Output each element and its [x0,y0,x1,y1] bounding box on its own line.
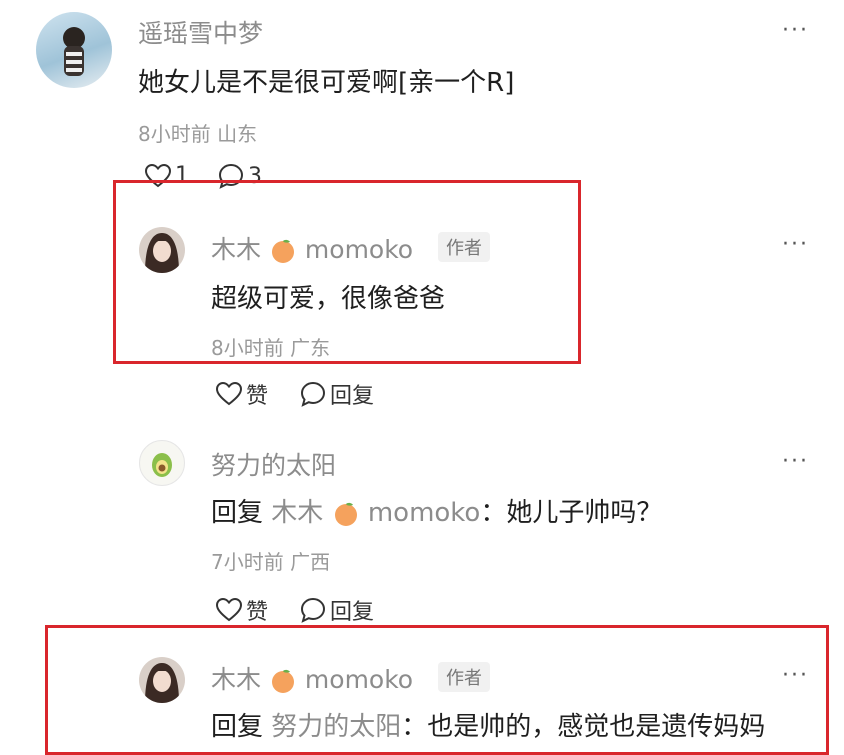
comment-text: 回复 努力的太阳：也是帅的，感觉也是遗传妈妈 [211,706,765,743]
heart-icon [216,598,242,622]
comment-username[interactable]: 木木 momoko [211,660,413,696]
reply-target-name[interactable]: 努力的太阳 [271,712,401,742]
profile-photo-icon [63,27,85,76]
comment-time: 7小时前 [211,550,284,574]
username-text: 木木 [211,235,262,264]
username-suffix: momoko [304,665,414,694]
comment-location: 广东 [290,336,331,360]
comment-username[interactable]: 木木 momoko [211,230,413,266]
peach-emoji-icon [334,502,357,526]
comment-meta: 7小时前 广西 [211,546,330,575]
author-badge: 作者 [438,232,490,262]
avatar[interactable] [139,657,185,703]
comment-text: 超级可爱，很像爸爸 [211,284,446,314]
author-badge: 作者 [438,662,490,692]
username-text: 木木 [211,665,262,694]
comment-username[interactable]: 努力的太阳 [211,446,336,482]
avatar[interactable] [36,12,112,88]
like-button[interactable]: 赞 [216,594,268,626]
like-label: 赞 [246,384,269,409]
comment-username[interactable]: 遥瑶雪中梦 [138,14,263,50]
reply-body: ：也是帅的，感觉也是遗传妈妈 [401,712,766,742]
more-options-icon[interactable]: ··· [782,449,809,474]
reply-target-name[interactable]: 木木 [271,498,323,528]
comment-time: 8小时前 [211,336,284,360]
like-label: 赞 [246,600,269,625]
avatar[interactable] [139,440,185,486]
more-options-icon[interactable]: ··· [782,232,809,257]
reply-label: 回复 [330,600,375,625]
comment-location: 广西 [290,550,331,574]
like-button[interactable]: 赞 [216,378,268,410]
more-options-icon[interactable]: ··· [782,18,809,43]
heart-icon [216,382,242,406]
comment-bubble-icon [300,597,326,623]
username-suffix: momoko [304,235,414,264]
comment-meta: 8小时前 广东 [211,332,330,361]
comment-meta: 8小时前 山东 [138,118,257,147]
reply-target-suffix[interactable]: momoko [368,498,481,528]
comment-text: 她女儿是不是很可爱啊[亲一个R] [138,68,515,98]
more-options-icon[interactable]: ··· [782,663,809,688]
reply-label: 回复 [330,384,375,409]
comment-location: 山东 [217,122,258,146]
comment-bubble-icon [300,381,326,407]
comment-text: 回复 木木 momoko：她儿子帅吗？ [211,492,662,529]
highlight-box [113,180,581,364]
reply-body: ：她儿子帅吗？ [480,498,663,528]
avatar[interactable] [139,227,185,273]
comment-time: 8小时前 [138,122,211,146]
peach-emoji-icon [271,669,294,693]
avocado-icon [152,453,172,477]
peach-emoji-icon [271,239,294,263]
reply-prefix: 回复 [211,498,264,528]
profile-photo-icon [145,233,179,273]
reply-button[interactable]: 回复 [300,594,374,626]
profile-photo-icon [145,663,179,703]
reply-prefix: 回复 [211,712,264,742]
reply-button[interactable]: 回复 [300,378,374,410]
